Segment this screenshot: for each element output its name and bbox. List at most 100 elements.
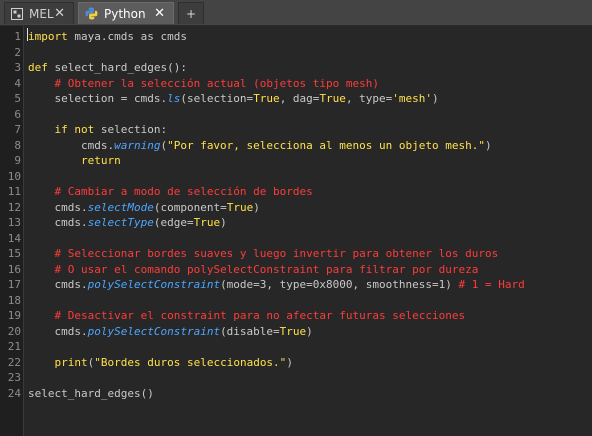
code-line[interactable]: 16 # O usar el comando polySelectConstra…	[0, 262, 592, 278]
text-cursor	[27, 28, 28, 41]
tab-mel-label: MEL	[29, 6, 54, 21]
code-line[interactable]: 11 # Cambiar a modo de selección de bord…	[0, 184, 592, 200]
code-line[interactable]: 19 # Desactivar el constraint para no af…	[0, 308, 592, 324]
keyword-token: True	[193, 216, 221, 229]
code-text: # O usar el comando polySelectConstraint…	[28, 262, 479, 278]
comment-token: # Seleccionar bordes suaves y luego inve…	[54, 247, 499, 260]
code-line[interactable]: 2	[0, 45, 592, 61]
tab-mel[interactable]: MEL ✕	[4, 2, 74, 24]
code-line[interactable]: 7 if not selection:	[0, 122, 592, 138]
text-token: )	[220, 216, 227, 229]
code-text: # Desactivar el constraint para no afect…	[28, 308, 466, 324]
code-text: select_hard_edges()	[28, 386, 154, 402]
text-token: )	[306, 324, 313, 338]
code-text: print("Bordes duros seleccionados.")	[28, 355, 293, 371]
code-line[interactable]: 24 select_hard_edges()	[0, 386, 592, 402]
text-token: (edge=	[153, 216, 194, 229]
line-number: 6	[14, 107, 21, 121]
code-line[interactable]: 8 cmds.warning("Por favor, selecciona al…	[0, 138, 592, 154]
code-text: import maya.cmds as cmds	[28, 29, 187, 45]
code-text: def select_hard_edges():	[28, 60, 187, 76]
keyword-token: if not	[54, 123, 95, 136]
text-token: (component=	[153, 200, 227, 214]
code-line[interactable]: 17 cmds.polySelectConstraint(mode=3, typ…	[0, 277, 592, 293]
keyword-token: return	[80, 154, 121, 167]
code-text: # Cambiar a modo de selección de bordes	[28, 184, 313, 200]
line-number: 3	[14, 61, 21, 74]
code-line[interactable]: 3 def select_hard_edges():	[0, 60, 592, 76]
code-line[interactable]: 18	[0, 293, 592, 309]
code-line[interactable]: 20 cmds.polySelectConstraint(disable=Tru…	[0, 324, 592, 340]
keyword-token: True	[319, 92, 346, 105]
code-editor[interactable]: 1 import maya.cmds as cmds 2 3 def select_ha…	[0, 26, 592, 436]
text-token: maya.cmds as cmds	[67, 30, 187, 43]
line-number: 7	[14, 123, 21, 136]
comment-token: # O usar el comando polySelectConstraint…	[54, 262, 479, 276]
code-line[interactable]: 4 # Obtener la selección actual (objetos…	[0, 76, 592, 92]
text-token: (selection=	[180, 92, 254, 105]
close-icon[interactable]: ✕	[54, 6, 65, 21]
function-token: warning	[114, 138, 161, 152]
line-number: 20	[7, 324, 21, 338]
code-text: if not selection:	[28, 122, 168, 138]
text-token: cmds.	[28, 138, 115, 152]
close-icon[interactable]: ✕	[154, 6, 165, 21]
line-number: 23	[7, 371, 21, 384]
tab-python[interactable]: Python ✕	[78, 2, 174, 24]
text-token: )	[286, 355, 293, 369]
function-token: selectType	[87, 216, 154, 229]
code-text: cmds.selectType(edge=True)	[28, 215, 227, 231]
add-tab-button[interactable]: +	[178, 2, 204, 24]
code-text: cmds.polySelectConstraint(mode=3, type=0…	[28, 277, 524, 293]
text-token: (mode=3, type=0x8000, smoothness=1)	[220, 278, 459, 291]
line-number: 9	[14, 154, 21, 167]
comment-token: # Desactivar el constraint para no afect…	[54, 309, 466, 322]
text-token: cmds.	[28, 216, 88, 229]
line-number: 5	[14, 92, 21, 105]
code-line[interactable]: 21	[0, 339, 592, 355]
string-token: "Por favor, selecciona al menos un objet…	[167, 138, 485, 152]
keyword-token: True	[226, 200, 254, 214]
text-token: selection = cmds.	[28, 92, 168, 105]
code-line[interactable]: 13 cmds.selectType(edge=True)	[0, 215, 592, 231]
code-line[interactable]: 6	[0, 107, 592, 123]
keyword-token: import	[28, 30, 68, 43]
code-text: # Obtener la selección actual (objetos t…	[28, 76, 380, 92]
keyword-token: def	[28, 61, 48, 74]
code-line[interactable]: 1 import maya.cmds as cmds	[0, 29, 592, 45]
function-token: polySelectConstraint	[87, 324, 221, 338]
code-text: # Seleccionar bordes suaves y luego inve…	[28, 246, 499, 262]
code-line[interactable]: 22 print("Bordes duros seleccionados.")	[0, 355, 592, 371]
code-line[interactable]: 12 cmds.selectMode(component=True)	[0, 200, 592, 216]
line-number: 18	[7, 293, 21, 307]
code-text: cmds.warning("Por favor, selecciona al m…	[28, 138, 492, 154]
line-number: 10	[7, 169, 21, 183]
code-line[interactable]: 15 # Seleccionar bordes suaves y luego i…	[0, 246, 592, 262]
text-token: , dag=	[279, 92, 320, 105]
code-line[interactable]: 5 selection = cmds.ls(selection=True, da…	[0, 91, 592, 107]
code-line[interactable]: 14	[0, 231, 592, 247]
text-token: select_hard_edges()	[28, 386, 154, 400]
line-number: 12	[7, 200, 21, 214]
keyword-token: True	[279, 324, 307, 338]
code-text: cmds.selectMode(component=True)	[28, 200, 260, 216]
string-token: 'mesh'	[392, 92, 433, 105]
text-token: select_hard_edges():	[47, 61, 187, 74]
line-number: 8	[14, 138, 21, 152]
line-number: 13	[7, 216, 21, 229]
code-line[interactable]: 9 return	[0, 153, 592, 169]
code-line[interactable]: 23	[0, 370, 592, 386]
script-editor-tab-bar: MEL ✕ Python ✕ +	[0, 0, 592, 26]
text-token: cmds.	[28, 324, 88, 338]
function-token: polySelectConstraint	[87, 278, 221, 291]
tab-python-label: Python	[104, 6, 146, 21]
text-token: )	[253, 200, 260, 214]
code-line[interactable]: 10	[0, 169, 592, 185]
code-text: cmds.polySelectConstraint(disable=True)	[28, 324, 313, 340]
